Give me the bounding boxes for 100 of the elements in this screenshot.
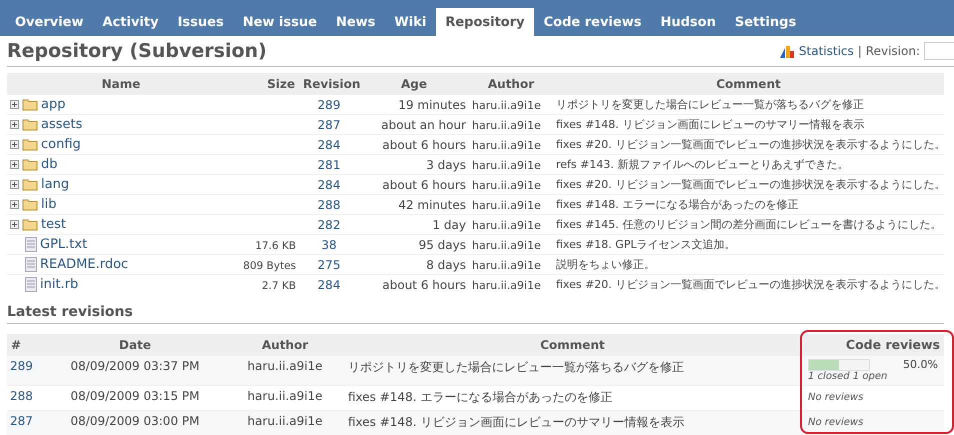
no-reviews-text: No reviews xyxy=(808,417,864,428)
file-icon xyxy=(25,277,37,292)
entry-link[interactable]: app xyxy=(41,97,66,112)
percent-text: 50.0% xyxy=(903,358,938,371)
folder-icon xyxy=(22,218,38,231)
nav-tab[interactable]: Wiki xyxy=(385,8,436,36)
date-text: 08/09/2009 03:37 PM xyxy=(70,359,200,373)
revision-link[interactable]: 287 xyxy=(318,118,340,132)
entry-link[interactable]: db xyxy=(41,157,58,172)
expand-icon[interactable] xyxy=(10,100,19,109)
age-text: 19 minutes xyxy=(398,98,466,112)
page-title: Repository (Subversion) xyxy=(7,40,267,62)
comment-text: fixes #148. エラーになる場合があったのを修正 xyxy=(348,390,612,404)
revision-link[interactable]: 284 xyxy=(318,138,340,152)
expand-icon[interactable] xyxy=(10,140,19,149)
age-text: about 6 hours xyxy=(382,278,466,292)
nav-tab[interactable]: Hudson xyxy=(651,8,725,36)
size-text: 809 Bytes xyxy=(243,260,296,272)
folder-icon xyxy=(22,118,38,131)
column-header: Comment xyxy=(553,73,944,94)
author-text: haru.ii.a9i1e xyxy=(472,158,541,172)
revision-link[interactable]: 289 xyxy=(318,98,340,112)
folder-icon xyxy=(22,178,38,191)
column-header: Author xyxy=(469,73,553,94)
entry-link[interactable]: README.rdoc xyxy=(40,257,128,272)
entry-link[interactable]: lib xyxy=(41,197,56,212)
author-text: haru.ii.a9i1e xyxy=(472,218,541,232)
age-text: 1 day xyxy=(432,218,466,232)
comment-text: fixes #20. リビジョン一覧画面でレビューの進捗状況を表示するようにした。 xyxy=(556,178,946,191)
revision-link[interactable]: 288 xyxy=(318,198,340,212)
age-text: about 6 hours xyxy=(382,178,466,192)
nav-tab[interactable]: Issues xyxy=(168,8,233,36)
nav-tab[interactable]: Activity xyxy=(94,8,168,36)
size-text: 17.6 KB xyxy=(255,240,296,252)
nav-tab[interactable]: New issue xyxy=(234,8,326,36)
author-text: haru.ii.a9i1e xyxy=(472,178,541,192)
author-text: haru.ii.a9i1e xyxy=(472,98,541,112)
comment-text: fixes #18. GPLライセンス文追加。 xyxy=(556,238,736,251)
revision-label: Revision: xyxy=(866,44,920,58)
entry-link[interactable]: lang xyxy=(41,177,70,192)
comment-text: fixes #148. リビジョン画面にレビューのサマリー情報を表示 xyxy=(348,415,684,429)
size-text: 2.7 KB xyxy=(262,280,296,292)
nav-tab[interactable]: Overview xyxy=(6,8,93,36)
author-text: haru.ii.a9i1e xyxy=(472,198,541,212)
column-header: # xyxy=(7,334,45,356)
column-header: Revision xyxy=(299,73,359,94)
age-text: about an hour xyxy=(381,118,466,132)
revision-link[interactable]: 275 xyxy=(318,258,340,272)
revision-link[interactable]: 281 xyxy=(318,158,340,172)
author-text: haru.ii.a9i1e xyxy=(247,359,323,373)
column-header: Date xyxy=(45,334,225,356)
revision-link[interactable]: 289 xyxy=(10,359,33,373)
chart-icon xyxy=(778,43,795,59)
age-text: about 6 hours xyxy=(382,138,466,152)
column-header: Comment xyxy=(345,334,800,356)
expand-icon[interactable] xyxy=(10,120,19,129)
file-icon xyxy=(25,237,37,252)
nav-tab[interactable]: Settings xyxy=(726,8,806,36)
age-text: 8 days xyxy=(426,258,466,272)
comment-text: fixes #148. リビジョン画面にレビューのサマリー情報を表示 xyxy=(556,118,864,131)
author-text: haru.ii.a9i1e xyxy=(472,238,541,252)
column-header: Author xyxy=(225,334,345,356)
entry-link[interactable]: init.rb xyxy=(40,277,78,292)
revision-link[interactable]: 288 xyxy=(10,389,33,403)
entry-link[interactable]: assets xyxy=(41,117,82,132)
expand-icon[interactable] xyxy=(10,220,19,229)
folder-icon xyxy=(22,158,38,171)
age-text: 42 minutes xyxy=(398,198,466,212)
age-text: 95 days xyxy=(418,238,466,252)
comment-text: 説明をちょい修正。 xyxy=(556,258,655,271)
column-header: Size xyxy=(235,73,299,94)
comment-text: fixes #20. リビジョン一覧画面でレビューの進捗状況を表示するようにした。 xyxy=(556,138,946,151)
expand-icon[interactable] xyxy=(10,200,19,209)
nav-tab[interactable]: Code reviews xyxy=(534,8,650,36)
revision-field[interactable] xyxy=(924,42,954,60)
author-text: haru.ii.a9i1e xyxy=(472,278,541,292)
entry-link[interactable]: test xyxy=(41,217,66,232)
comment-text: fixes #145. 任意のリビジョン間の差分画面にレビューを書けるようにした。 xyxy=(556,218,942,231)
folder-icon xyxy=(22,98,38,111)
statistics-link[interactable]: Statistics xyxy=(798,44,854,58)
revision-link[interactable]: 287 xyxy=(10,414,33,428)
comment-text: リポジトリを変更した場合にレビュー一覧が落ちるバグを修正 xyxy=(348,360,684,374)
comment-text: リポジトリを変更した場合にレビュー一覧が落ちるバグを修正 xyxy=(556,98,864,111)
nav-tab[interactable]: Repository xyxy=(436,8,534,36)
nav-tab[interactable]: News xyxy=(326,8,384,36)
column-header: Code reviews xyxy=(800,334,944,356)
revision-link[interactable]: 284 xyxy=(318,178,340,192)
folder-icon xyxy=(22,198,38,211)
revision-link[interactable]: 282 xyxy=(318,218,340,232)
date-text: 08/09/2009 03:00 PM xyxy=(70,414,200,428)
author-text: haru.ii.a9i1e xyxy=(472,258,541,272)
expand-icon[interactable] xyxy=(10,180,19,189)
revision-link[interactable]: 38 xyxy=(321,238,337,252)
column-header: Name xyxy=(7,73,235,94)
expand-icon[interactable] xyxy=(10,160,19,169)
comment-text: fixes #20. リビジョン一覧画面でレビューの進捗状況を表示するようにした。 xyxy=(556,278,946,291)
entry-link[interactable]: GPL.txt xyxy=(40,237,88,252)
entry-link[interactable]: config xyxy=(41,137,81,152)
author-text: haru.ii.a9i1e xyxy=(247,414,323,428)
revision-link[interactable]: 284 xyxy=(318,278,340,292)
